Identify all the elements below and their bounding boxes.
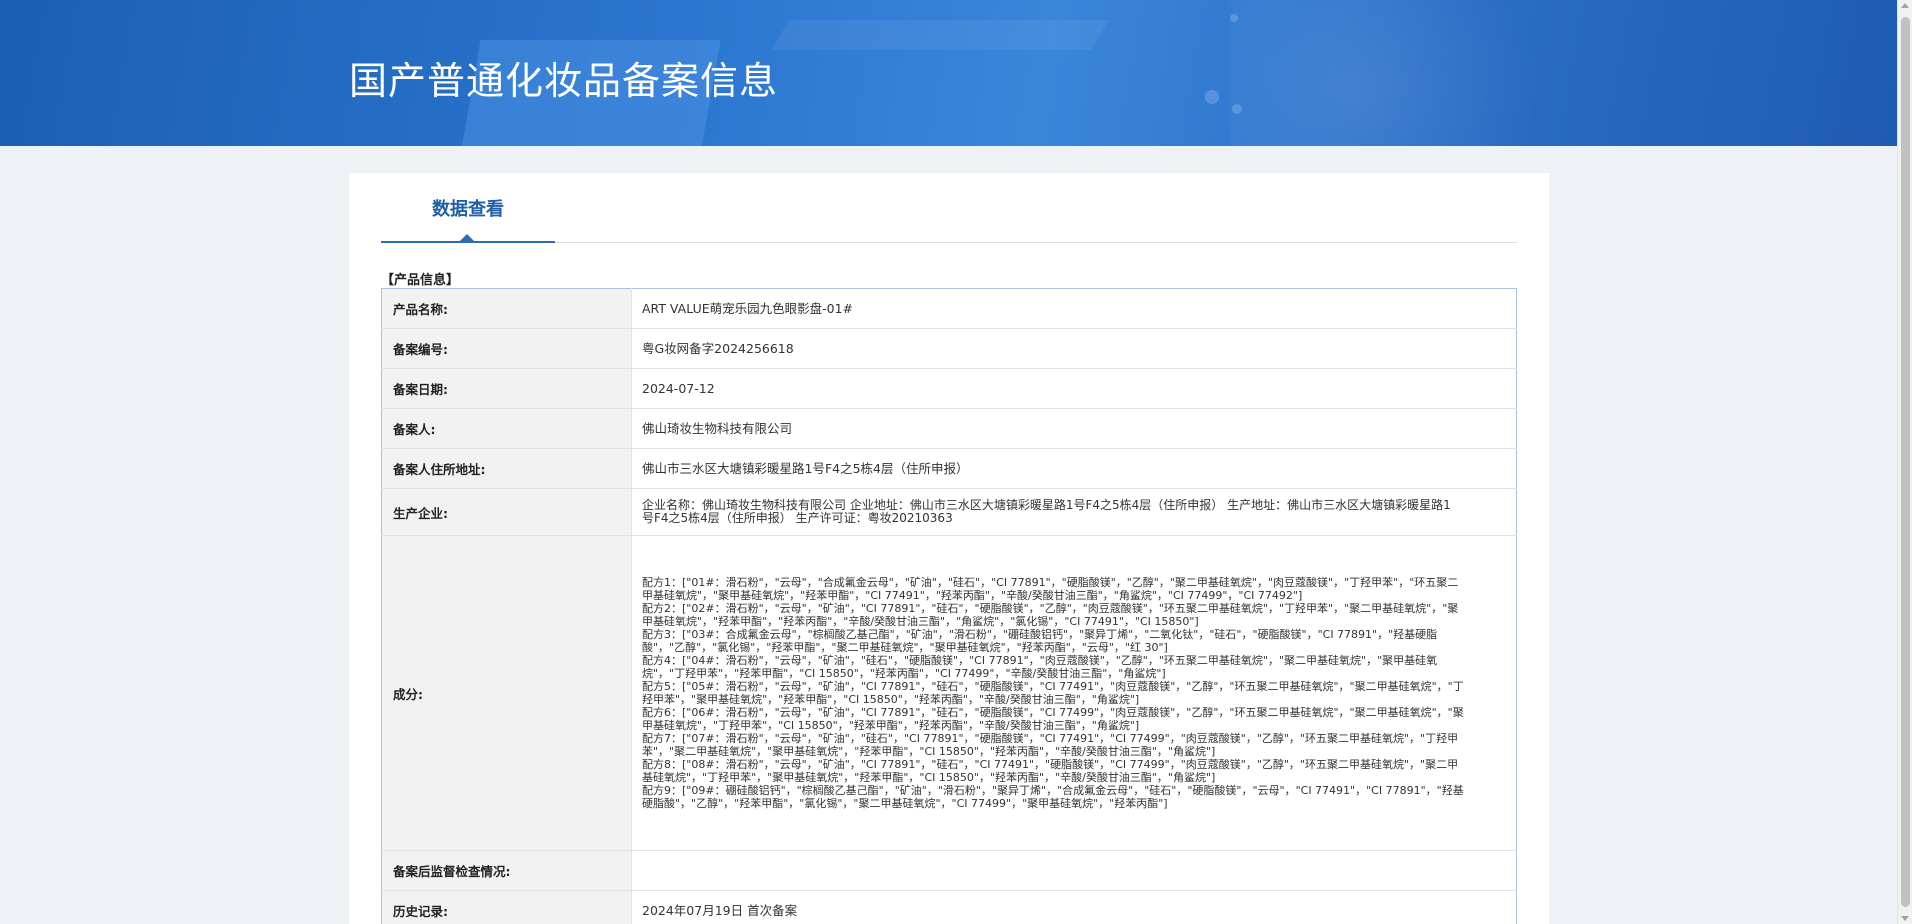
table-row: 备案人: 佛山琦妆生物科技有限公司 bbox=[381, 408, 1517, 449]
banner-dot bbox=[1232, 104, 1242, 114]
history-value: 2024年07月19日 首次备案 bbox=[631, 890, 1517, 924]
address-value: 佛山市三水区大塘镇彩暖星路1号F4之5栋4层（住所申报） bbox=[631, 448, 1517, 489]
table-row: 成分: 配方1：["01#：滑石粉"，"云母"，"合成氟金云母"，"矿油"，"硅… bbox=[381, 535, 1517, 851]
formula-line: 配方5：["05#：滑石粉"，"云母"，"矿油"，"CI 77891"，"硅石"… bbox=[642, 680, 1464, 706]
row-label: 备案人: bbox=[381, 408, 632, 449]
scrollbar-thumb[interactable] bbox=[1901, 17, 1910, 907]
vertical-scrollbar[interactable] bbox=[1897, 0, 1912, 924]
table-row: 备案编号: 粤G妆网备字2024256618 bbox=[381, 328, 1517, 369]
table-row: 产品名称: ART VALUE萌宠乐园九色眼影盘-01# bbox=[381, 288, 1517, 329]
table-row: 备案日期: 2024-07-12 bbox=[381, 368, 1517, 409]
scroll-up-arrow-icon[interactable] bbox=[1901, 3, 1909, 8]
formula-line: 配方4：["04#：滑石粉"，"云母"，"矿油"，"硅石"，"硬脂酸镁"，"CI… bbox=[642, 654, 1438, 680]
page-title: 国产普通化妆品备案信息 bbox=[349, 59, 779, 103]
row-label: 生产企业: bbox=[381, 488, 632, 536]
row-label: 产品名称: bbox=[381, 288, 632, 329]
product-info-table: 产品名称: ART VALUE萌宠乐园九色眼影盘-01# 备案编号: 粤G妆网备… bbox=[381, 288, 1517, 924]
manufacturer-value: 企业名称：佛山琦妆生物科技有限公司 企业地址：佛山市三水区大塘镇彩暖星路1号F4… bbox=[631, 488, 1517, 536]
banner-dot bbox=[1205, 90, 1219, 104]
scroll-down-arrow-icon[interactable] bbox=[1901, 916, 1909, 921]
formula-line: 配方1：["01#：滑石粉"，"云母"，"合成氟金云母"，"矿油"，"硅石"，"… bbox=[642, 576, 1459, 602]
table-row: 历史记录: 2024年07月19日 首次备案 bbox=[381, 890, 1517, 924]
banner-decoration bbox=[1230, 0, 1650, 146]
header-banner: 国产普通化妆品备案信息 bbox=[0, 0, 1897, 146]
tab-bar: 数据查看 bbox=[381, 173, 1517, 243]
product-name-value: ART VALUE萌宠乐园九色眼影盘-01# bbox=[631, 288, 1517, 329]
formula-line: 配方8：["08#：滑石粉"，"云母"，"矿油"，"CI 77891"，"硅石"… bbox=[642, 758, 1459, 784]
tab-label: 数据查看 bbox=[432, 199, 504, 220]
formula-line: 配方2：["02#：滑石粉"，"云母"，"矿油"，"CI 77891"，"硅石"… bbox=[642, 602, 1459, 628]
formula-line: 配方6：["06#：滑石粉"，"云母"，"矿油"，"CI 77891"，"硅石"… bbox=[642, 706, 1464, 732]
tab-data-view[interactable]: 数据查看 bbox=[381, 195, 555, 243]
ingredients-value: 配方1：["01#：滑石粉"，"云母"，"合成氟金云母"，"矿油"，"硅石"，"… bbox=[631, 535, 1517, 851]
record-number-value: 粤G妆网备字2024256618 bbox=[631, 328, 1517, 369]
formula-line: 配方3：["03#：合成氟金云母"，"棕榈酸乙基己酯"，"矿油"，"滑石粉"，"… bbox=[642, 628, 1438, 654]
banner-dot bbox=[1230, 14, 1238, 22]
registrant-value: 佛山琦妆生物科技有限公司 bbox=[631, 408, 1517, 449]
content-panel: 数据查看 【产品信息】 产品名称: ART VALUE萌宠乐园九色眼影盘-01#… bbox=[349, 173, 1549, 924]
banner-decoration bbox=[771, 20, 1109, 50]
table-row: 生产企业: 企业名称：佛山琦妆生物科技有限公司 企业地址：佛山市三水区大塘镇彩暖… bbox=[381, 488, 1517, 536]
row-label: 历史记录: bbox=[381, 890, 632, 924]
row-label: 备案人住所地址: bbox=[381, 448, 632, 489]
row-label: 备案日期: bbox=[381, 368, 632, 409]
formula-line: 配方7：["07#：滑石粉"，"云母"，"矿油"，"硅石"，"CI 77891"… bbox=[642, 732, 1459, 758]
table-row: 备案人住所地址: 佛山市三水区大塘镇彩暖星路1号F4之5栋4层（住所申报） bbox=[381, 448, 1517, 489]
row-label: 成分: bbox=[381, 535, 632, 851]
section-title: 【产品信息】 bbox=[381, 273, 460, 288]
record-date-value: 2024-07-12 bbox=[631, 368, 1517, 409]
tab-caret-icon bbox=[460, 234, 474, 241]
row-label: 备案编号: bbox=[381, 328, 632, 369]
formula-line: 配方9：["09#：硼硅酸铝钙"，"棕榈酸乙基己酯"，"矿油"，"滑石粉"，"聚… bbox=[642, 784, 1464, 810]
post-check-value bbox=[631, 850, 1517, 891]
table-row: 备案后监督检查情况: bbox=[381, 850, 1517, 891]
row-label: 备案后监督检查情况: bbox=[381, 850, 632, 891]
